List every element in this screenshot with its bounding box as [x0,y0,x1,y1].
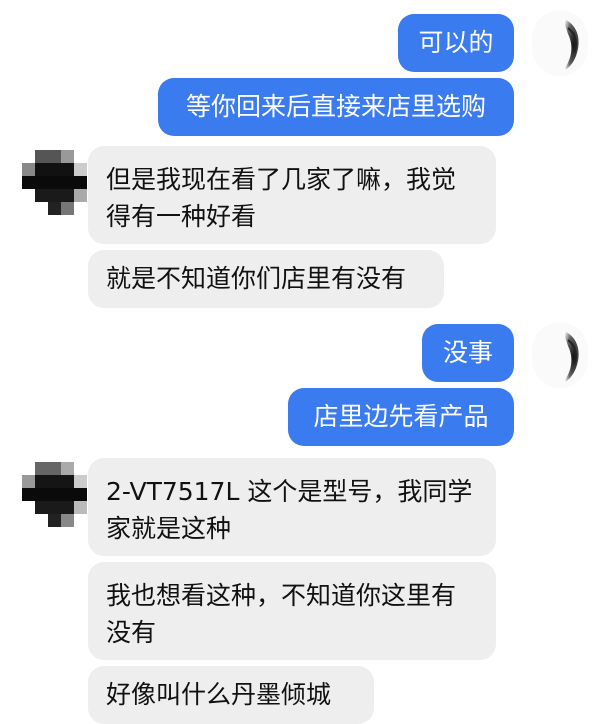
message-bubble-incoming[interactable]: 就是不知道你们店里有没有 [88,250,444,308]
self-avatar-icon[interactable] [532,10,588,76]
contact-avatar-icon[interactable] [22,462,88,528]
message-bubble-outgoing[interactable]: 可以的 [398,14,514,72]
message-bubble-outgoing[interactable]: 等你回来后直接来店里选购 [158,78,514,136]
contact-avatar-icon[interactable] [22,150,88,216]
message-bubble-outgoing[interactable]: 店里边先看产品 [288,388,514,446]
message-bubble-incoming[interactable]: 我也想看这种，不知道你这里有 没有 [88,562,496,660]
message-bubble-incoming[interactable]: 2-VT7517L 这个是型号，我同学 家就是这种 [88,458,496,556]
message-bubble-incoming[interactable]: 但是我现在看了几家了嘛，我觉 得有一种好看 [88,146,496,244]
message-bubble-outgoing[interactable]: 没事 [422,324,514,382]
message-bubble-incoming[interactable]: 好像叫什么丹墨倾城 [88,666,374,724]
self-avatar-icon[interactable] [532,322,588,388]
